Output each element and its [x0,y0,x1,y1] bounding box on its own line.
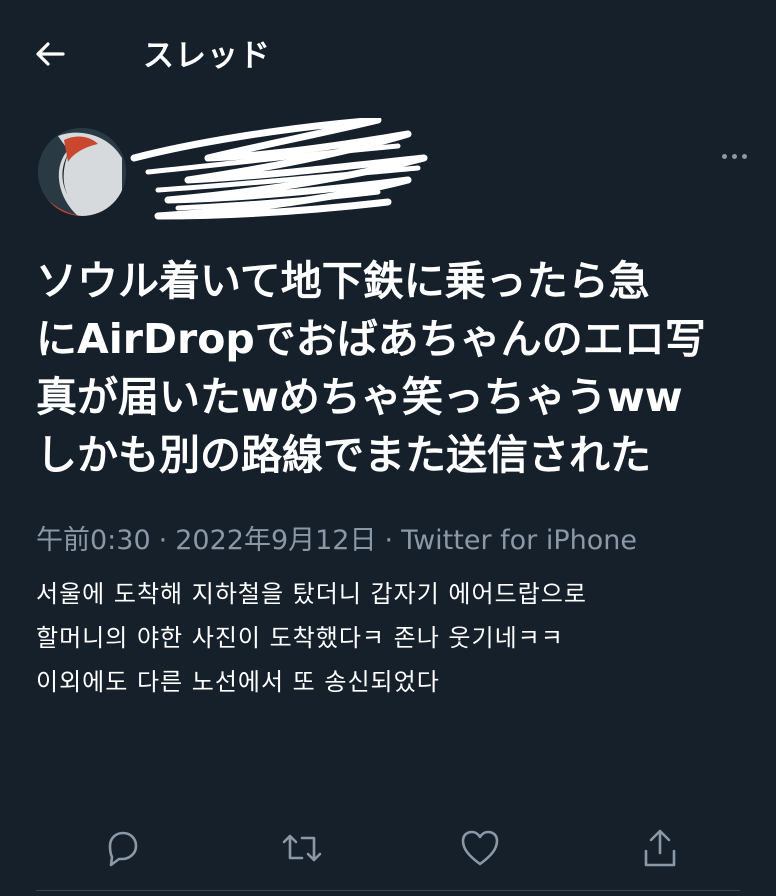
tweet-time[interactable]: 午前0:30 [36,525,151,556]
more-dot-icon [721,153,727,159]
avatar[interactable] [38,128,126,216]
tweet-text-line: しかも別の路線でまた送信された [36,431,651,479]
reply-icon [108,831,138,867]
translation-text: 서울에 도착해 지하철을 탔더니 갑자기 에어드랍으로 할머니의 야한 사진이 … [36,572,736,704]
reply-button[interactable] [98,824,146,872]
retweet-button[interactable] [278,824,326,872]
meta-separator: · [384,525,394,556]
avatar-image [38,128,126,216]
more-dot-icon [741,153,747,159]
share-button[interactable] [636,824,684,872]
translation-line: 할머니의 야한 사진이 도착했다ㅋ 존나 웃기네ㅋㅋ [36,624,564,652]
retweet-icon [282,834,322,862]
translation-line: 서울에 도착해 지하철을 탔더니 갑자기 에어드랍으로 [36,580,587,608]
tweet-author [38,118,747,228]
redaction-scribble [130,118,428,220]
tweet-text-line: 真が届いたwめちゃ笑っちゃうww [36,373,683,421]
heart-icon [461,830,499,866]
tweet-date[interactable]: 2022年9月12日 [175,525,376,556]
divider [36,890,740,891]
like-button[interactable] [456,824,504,872]
tweet-meta: 午前0:30 · 2022年9月12日 · Twitter for iPhone [36,518,637,557]
tweet-actions [0,820,776,876]
header-bar: スレッド [0,0,776,104]
more-options-button[interactable] [714,146,754,166]
tweet-text: ソウル着いて地下鉄に乗ったら急 にAirDropでおばあちゃんのエロ写 真が届い… [36,252,746,484]
arrow-left-icon [36,42,65,66]
back-button[interactable] [30,34,70,74]
translation-line: 이외에도 다른 노선에서 또 송신되었다 [36,668,440,696]
more-dot-icon [731,153,737,159]
meta-separator: · [158,525,168,556]
tweet-text-line: ソウル着いて地下鉄に乗ったら急 [36,257,650,305]
page-title: スレッド [143,38,271,74]
tweet-text-line: にAirDropでおばあちゃんのエロ写 [36,315,706,363]
tweet-source[interactable]: Twitter for iPhone [401,525,637,556]
share-icon [644,829,676,867]
